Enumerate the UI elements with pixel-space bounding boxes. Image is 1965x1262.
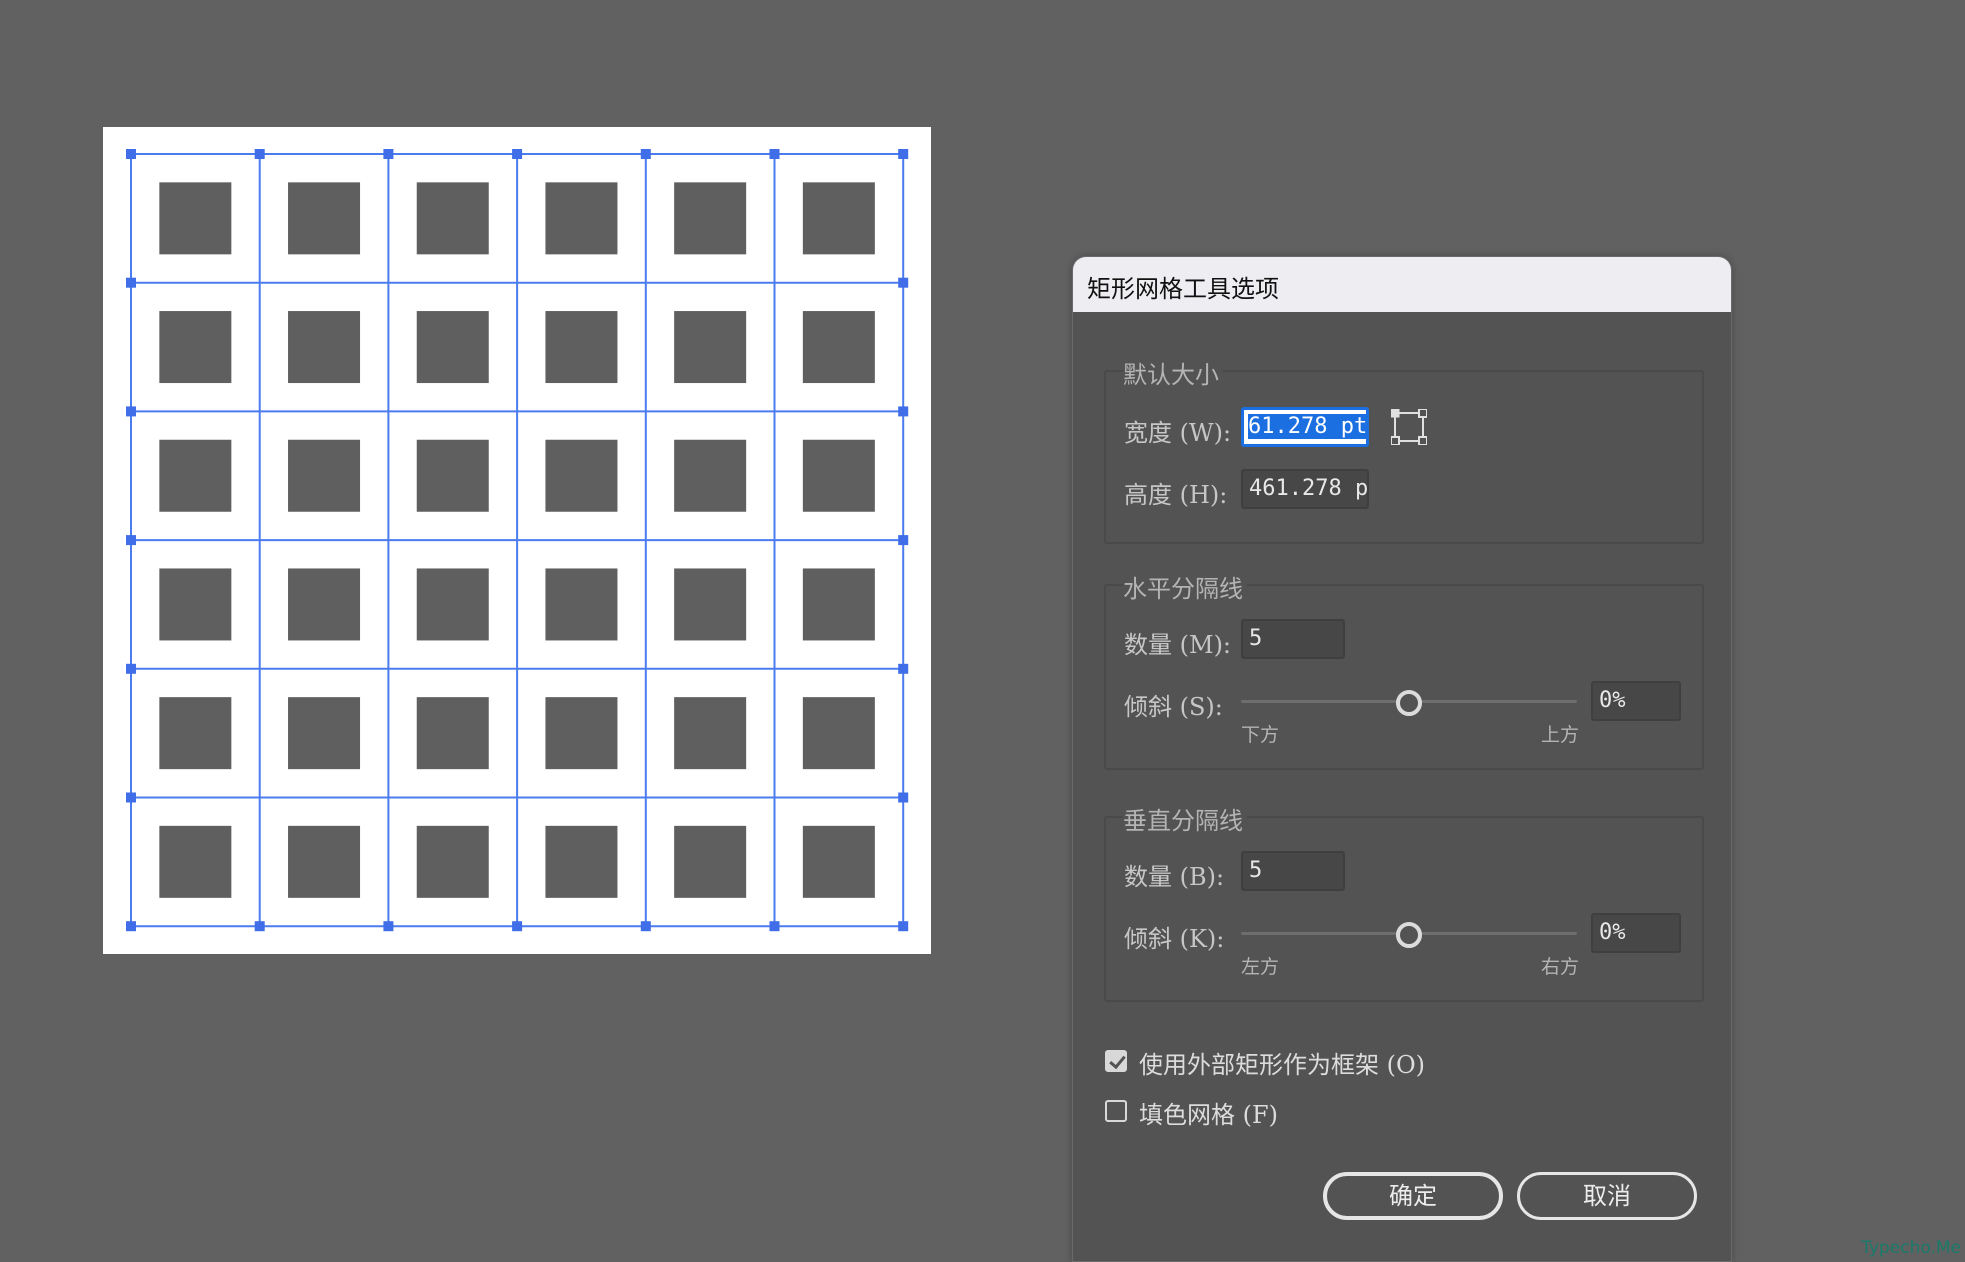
selection-handle[interactable] xyxy=(898,406,909,417)
grid-cell-square[interactable] xyxy=(545,311,618,384)
grid-cell-square[interactable] xyxy=(159,697,232,770)
grid-cell-square[interactable] xyxy=(159,568,232,641)
grid-cell-square[interactable] xyxy=(802,697,875,770)
selection-handle[interactable] xyxy=(383,149,394,159)
grid-cell-square[interactable] xyxy=(416,439,489,512)
grid-cell-square[interactable] xyxy=(674,825,747,898)
vertical-count-label: 数量 (B): xyxy=(1124,863,1225,891)
vertical-dividers-group xyxy=(1104,816,1704,1002)
cancel-button[interactable]: 取消 xyxy=(1517,1172,1697,1220)
height-label: 高度 (H): xyxy=(1124,481,1228,509)
selection-handle[interactable] xyxy=(126,921,136,932)
height-field[interactable]: 461.278 p xyxy=(1241,469,1369,509)
grid-cell-square[interactable] xyxy=(674,311,747,384)
selection-handle[interactable] xyxy=(898,277,909,288)
horizontal-count-label: 数量 (M): xyxy=(1124,631,1232,659)
default-size-title: 默认大小 xyxy=(1123,355,1223,390)
dialog-title: 矩形网格工具选项 xyxy=(1087,275,1279,303)
selection-handle[interactable] xyxy=(640,149,651,159)
selection-handle[interactable] xyxy=(898,921,909,932)
dialog-titlebar[interactable]: 矩形网格工具选项 xyxy=(1073,257,1731,312)
selection-handle[interactable] xyxy=(126,792,136,803)
grid-cell-square[interactable] xyxy=(416,697,489,770)
vertical-skew-field[interactable]: 0% xyxy=(1591,913,1681,953)
grid-cell-square[interactable] xyxy=(674,439,747,512)
selection-handle[interactable] xyxy=(769,921,780,932)
selection-handle[interactable] xyxy=(126,277,136,288)
rectangular-grid-options-dialog: 矩形网格工具选项 默认大小 宽度 (W): 61.278 pt 高度 (H): … xyxy=(1072,256,1732,1262)
grid-cell-square[interactable] xyxy=(545,182,618,255)
horizontal-dividers-title: 水平分隔线 xyxy=(1123,569,1247,604)
horizontal-count-field[interactable]: 5 xyxy=(1241,619,1345,659)
selection-handle[interactable] xyxy=(512,921,523,932)
selection-handle[interactable] xyxy=(640,921,651,932)
width-label: 宽度 (W): xyxy=(1124,419,1232,447)
use-outer-rect-label[interactable]: 使用外部矩形作为框架 (O) xyxy=(1139,1045,1425,1080)
default-size-group xyxy=(1104,370,1704,544)
watermark: Typecho.Me xyxy=(1861,1238,1961,1258)
horizontal-skew-label: 倾斜 (S): xyxy=(1124,693,1223,721)
artboard xyxy=(103,127,931,954)
horizontal-dividers-group xyxy=(1104,584,1704,770)
grid-cell-square[interactable] xyxy=(802,182,875,255)
selection-handle[interactable] xyxy=(126,535,136,546)
grid-cell-square[interactable] xyxy=(159,825,232,898)
grid-cell-square[interactable] xyxy=(802,439,875,512)
selection-handle[interactable] xyxy=(898,149,909,159)
horizontal-skew-max-caption: 上方 xyxy=(1541,724,1580,746)
grid-cell-square[interactable] xyxy=(416,311,489,384)
selection-handle[interactable] xyxy=(254,149,265,159)
grid-cell-square[interactable] xyxy=(802,825,875,898)
grid-cell-square[interactable] xyxy=(802,568,875,641)
vertical-count-field[interactable]: 5 xyxy=(1241,851,1345,891)
vertical-skew-slider-thumb[interactable] xyxy=(1396,922,1422,948)
fill-grid-label[interactable]: 填色网格 (F) xyxy=(1139,1095,1278,1130)
grid-cell-square[interactable] xyxy=(288,182,361,255)
selection-handle[interactable] xyxy=(126,406,136,417)
vertical-skew-label: 倾斜 (K): xyxy=(1124,925,1225,953)
ok-button[interactable]: 确定 xyxy=(1323,1172,1503,1220)
vertical-skew-min-caption: 左方 xyxy=(1241,956,1280,978)
reference-point-icon[interactable] xyxy=(1390,408,1428,446)
horizontal-skew-min-caption: 下方 xyxy=(1241,724,1280,746)
grid-cell-square[interactable] xyxy=(159,439,232,512)
grid-cell-square[interactable] xyxy=(545,825,618,898)
grid-cell-square[interactable] xyxy=(159,311,232,384)
selection-handle[interactable] xyxy=(512,149,523,159)
use-outer-rect-checkbox[interactable] xyxy=(1105,1050,1127,1072)
selection-handle[interactable] xyxy=(898,663,909,674)
selection-handle[interactable] xyxy=(898,792,909,803)
grid-cell-square[interactable] xyxy=(416,568,489,641)
selection-handle[interactable] xyxy=(383,921,394,932)
selection-handle[interactable] xyxy=(126,663,136,674)
grid-cell-square[interactable] xyxy=(159,182,232,255)
grid-cell-square[interactable] xyxy=(288,697,361,770)
vertical-skew-max-caption: 右方 xyxy=(1541,956,1580,978)
fill-grid-checkbox[interactable] xyxy=(1105,1100,1127,1122)
width-field[interactable]: 61.278 pt xyxy=(1241,407,1369,447)
selection-handle[interactable] xyxy=(254,921,265,932)
grid-cell-square[interactable] xyxy=(802,311,875,384)
grid-cell-square[interactable] xyxy=(545,439,618,512)
horizontal-skew-slider-thumb[interactable] xyxy=(1396,690,1422,716)
grid-cell-square[interactable] xyxy=(416,182,489,255)
grid-cell-square[interactable] xyxy=(545,568,618,641)
selection-handle[interactable] xyxy=(126,149,136,159)
horizontal-skew-field[interactable]: 0% xyxy=(1591,681,1681,721)
grid-cell-square[interactable] xyxy=(545,697,618,770)
selection-handle[interactable] xyxy=(769,149,780,159)
grid-cell-square[interactable] xyxy=(288,439,361,512)
grid-cell-square[interactable] xyxy=(674,182,747,255)
grid-cell-square[interactable] xyxy=(674,568,747,641)
vertical-dividers-title: 垂直分隔线 xyxy=(1123,801,1247,836)
grid-cell-square[interactable] xyxy=(288,568,361,641)
grid-cell-square[interactable] xyxy=(288,825,361,898)
rectangular-grid[interactable] xyxy=(103,127,931,954)
grid-cell-square[interactable] xyxy=(288,311,361,384)
grid-cell-square[interactable] xyxy=(674,697,747,770)
grid-cell-square[interactable] xyxy=(416,825,489,898)
selection-handle[interactable] xyxy=(898,535,909,546)
